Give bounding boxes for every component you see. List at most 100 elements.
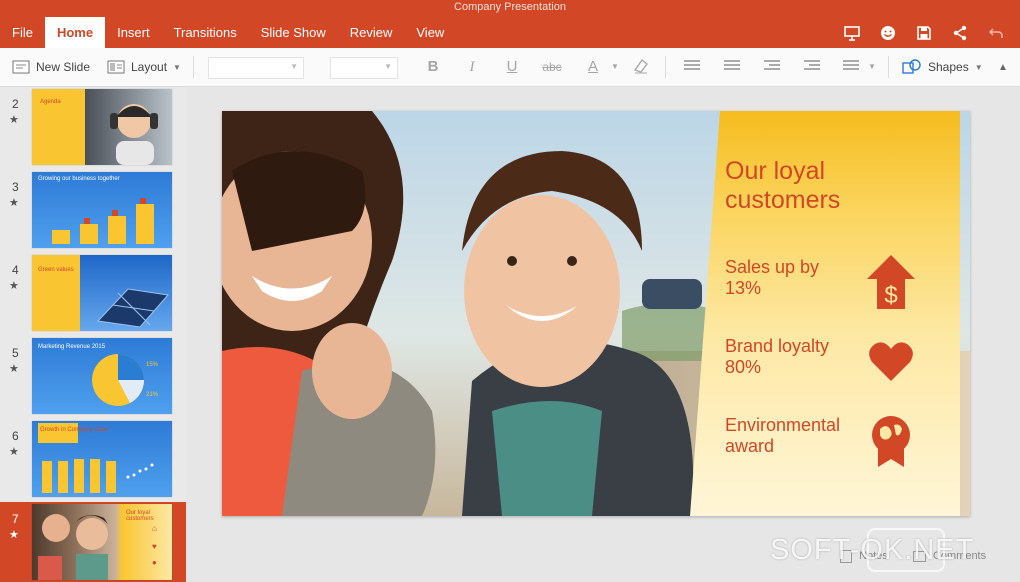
quick-actions (834, 20, 1014, 46)
chevron-down-icon: ▼ (974, 62, 983, 72)
save-icon[interactable] (906, 20, 942, 46)
undo-icon[interactable] (978, 20, 1014, 46)
slide-thumbnail-5[interactable]: 5 ★ Marketing Revenue 2015 15% 21% (0, 336, 186, 416)
layout-icon (107, 60, 125, 74)
bar-chart-image (52, 198, 154, 244)
star-icon: ★ (9, 114, 19, 126)
thumb-accent (38, 423, 78, 443)
layout-dropdown-icon: ▼ (173, 62, 181, 72)
tab-home[interactable]: Home (44, 17, 106, 48)
shapes-label: Shapes (928, 60, 969, 74)
bullets-icon[interactable] (684, 60, 700, 74)
tab-review[interactable]: Review (338, 17, 405, 48)
stat-label: Sales up by (725, 257, 820, 277)
font-name-combo[interactable]: ▼ (208, 57, 304, 79)
new-slide-button[interactable]: New Slide (12, 48, 90, 86)
stat-value: 80% (725, 357, 762, 377)
slide-thumbnail-4[interactable]: 4 ★ Green values (0, 253, 186, 333)
slide-number: 6 (12, 429, 19, 443)
tab-slide-show[interactable]: Slide Show (249, 17, 338, 48)
stat-loyalty[interactable]: Brand loyalty 80% (725, 336, 865, 378)
font-size-combo[interactable]: ▼ (330, 57, 398, 79)
stat-award[interactable]: Environmental award (725, 415, 865, 457)
column-chart-image (42, 459, 154, 493)
numbering-icon[interactable] (724, 60, 740, 74)
dollar-house-icon: ⌂ (152, 524, 157, 533)
thumb-title: Our loyal customers (126, 510, 154, 522)
strikethrough-button[interactable]: abc (537, 57, 567, 77)
align-dropdown-icon[interactable]: ▼ (860, 57, 884, 77)
slide-preview: Agenda (32, 89, 172, 165)
thumb-title: Marketing Revenue 2015 (38, 344, 106, 350)
font-color-button[interactable]: A (581, 57, 605, 77)
font-color-dropdown-icon[interactable]: ▼ (603, 57, 627, 77)
pie-chart-image (92, 354, 144, 406)
slide-number: 4 (12, 263, 19, 277)
stat-sales[interactable]: Sales up by 13% (725, 257, 865, 299)
heart-icon: ♥ (152, 542, 157, 551)
thumb-title: Growth in Company sales (40, 427, 109, 433)
headline-line-2: customers (725, 186, 841, 214)
pie-label-2: 21% (146, 392, 159, 398)
heart-icon (869, 342, 913, 381)
slide-number: 5 (12, 346, 19, 360)
new-slide-label: New Slide (36, 60, 91, 74)
stat-label: Brand loyalty (725, 336, 830, 356)
slide-headline[interactable]: Our loyal customers (725, 157, 895, 215)
clear-formatting-icon[interactable] (629, 57, 653, 77)
italic-button[interactable]: I (460, 57, 484, 77)
separator (193, 56, 194, 78)
slide-thumbnail-pane: 2 ★ Agenda 3 ★ Growing our business toge… (0, 87, 186, 582)
slide-thumbnail-6[interactable]: 6 ★ Growth in Company sales (0, 419, 186, 499)
slide-thumbnail-2[interactable]: 2 ★ Agenda (0, 87, 186, 167)
slide-preview: Marketing Revenue 2015 15% 21% (32, 338, 172, 414)
star-icon: ★ (9, 363, 19, 375)
pie-label-1: 15% (146, 362, 159, 368)
ribbon-toolbar: New Slide Layout ▼ ▼ ▼ B I U abc A ▼ ▼ S… (0, 48, 1020, 87)
tab-file[interactable]: File (0, 17, 45, 48)
chevron-down-icon: ▼ (384, 62, 392, 71)
slide-preview: Growth in Company sales (32, 421, 172, 497)
align-icon[interactable] (843, 60, 859, 74)
chevron-down-icon: ▼ (290, 62, 298, 71)
separator (888, 56, 889, 78)
couple-image (38, 514, 108, 580)
tab-transitions[interactable]: Transitions (162, 17, 249, 48)
tab-insert[interactable]: Insert (105, 17, 162, 48)
slide-canvas[interactable]: Our loyal customers Sales up by 13% $ Br… (222, 111, 970, 516)
slide-thumbnail-3[interactable]: 3 ★ Growing our business together (0, 170, 186, 250)
title-bar: Company Presentation File Home Insert Tr… (0, 0, 1020, 48)
slide-preview: Our loyal customers ⌂ ♥ ● (32, 504, 172, 580)
boy-headphones-image (110, 104, 158, 165)
slide-thumbnail-7[interactable]: 7 ★ Our loyal customers ⌂ ♥ ● (0, 502, 186, 582)
shapes-button[interactable]: Shapes ▼ (902, 48, 983, 86)
dollar-house-icon: $ (867, 255, 915, 309)
globe-award-icon: ● (152, 558, 157, 567)
slide-preview: Green values (32, 255, 172, 331)
stat-value: award (725, 436, 775, 456)
share-icon[interactable] (942, 20, 978, 46)
stat-value: 13% (725, 278, 762, 298)
collapse-ribbon-icon[interactable]: ▲ (998, 48, 1008, 86)
globe-award-icon (872, 416, 910, 467)
layout-label: Layout (131, 60, 168, 74)
layout-button[interactable]: Layout ▼ (107, 48, 181, 86)
headline-line-1: Our loyal (725, 157, 826, 185)
present-icon[interactable] (834, 20, 870, 46)
tab-view[interactable]: View (404, 17, 456, 48)
thumb-title: Green values (38, 267, 74, 273)
watermark: SOFT-OK.NET (770, 534, 975, 566)
star-icon: ★ (9, 197, 19, 209)
decrease-indent-icon[interactable] (764, 60, 780, 74)
solar-panel-image (96, 288, 169, 328)
thumb-title: Growing our business together (38, 176, 120, 182)
bold-button[interactable]: B (421, 57, 445, 77)
increase-indent-icon[interactable] (804, 60, 820, 74)
underline-button[interactable]: U (500, 57, 524, 77)
slide-preview: Growing our business together (32, 172, 172, 248)
smiley-icon[interactable] (870, 20, 906, 46)
slide-number: 7 (12, 512, 19, 526)
star-icon: ★ (9, 529, 19, 541)
star-icon: ★ (9, 446, 19, 458)
slide-number: 3 (12, 180, 19, 194)
